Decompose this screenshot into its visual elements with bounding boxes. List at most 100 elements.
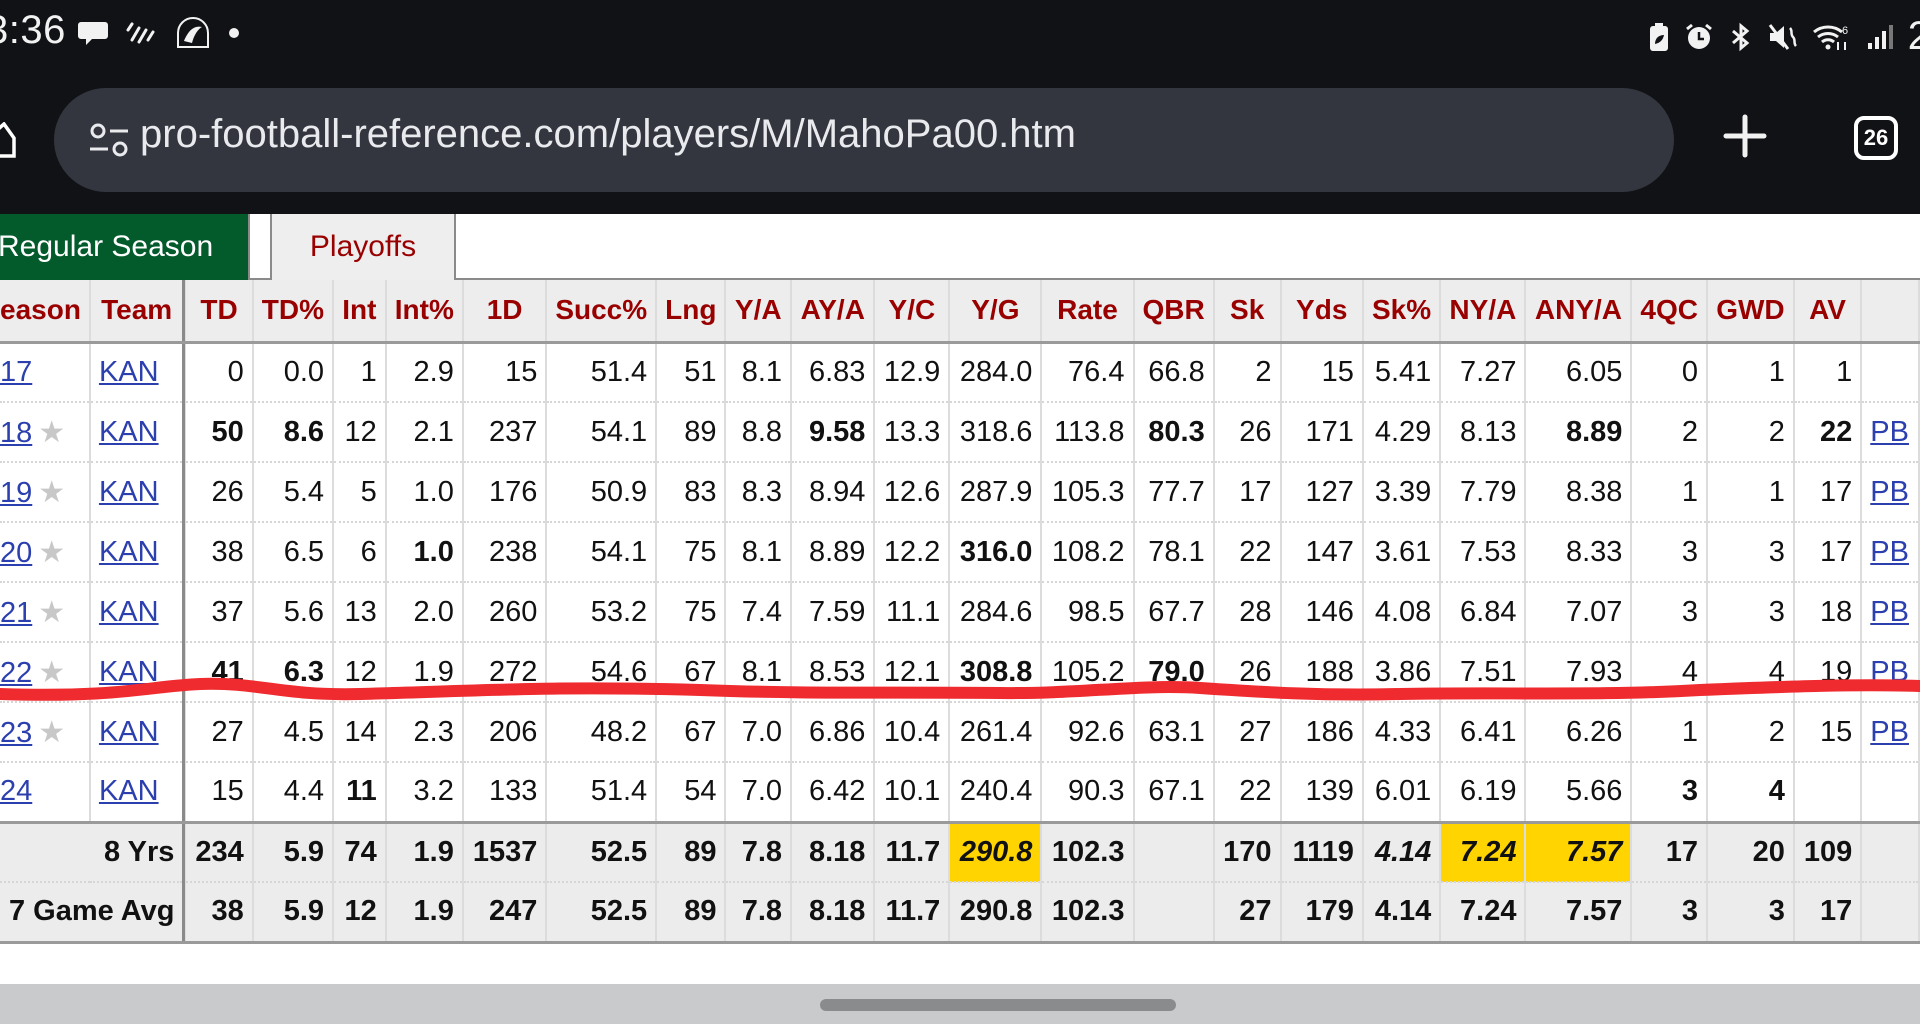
stat-cell: 284.0 [949,342,1043,403]
stat-cell: 76.4 [1041,342,1135,403]
stat-cell: 7.27 [1440,342,1527,403]
season-link[interactable]: 23 [0,717,32,749]
alarm-icon [1684,22,1714,52]
col-header[interactable]: QBR [1133,280,1215,344]
season-link[interactable]: 22 [0,657,32,689]
stat-cell: 48.2 [546,702,658,763]
team-link[interactable]: KAN [99,416,159,448]
pro-bowl-link[interactable]: PB [1870,416,1909,448]
stat-cell: 113.8 [1041,402,1135,463]
col-header[interactable]: Rate [1041,280,1135,344]
new-tab-button[interactable] [1722,113,1768,159]
team-link[interactable]: KAN [99,656,159,688]
stat-cell: 6 [333,522,387,583]
table-row: 0386.561.023854.1758.18.8912.2316.0108.2… [168,522,1920,583]
stat-cell: 15 [462,342,548,403]
gesture-handle[interactable] [820,999,1176,1011]
col-header[interactable]: AY/A [791,280,876,344]
col-header[interactable]: Yds [1280,280,1364,344]
stat-cell: 133 [462,762,548,823]
pro-bowl-link[interactable]: PB [1870,656,1909,688]
team-link[interactable]: KAN [99,356,159,388]
col-header[interactable]: Sk% [1362,280,1442,344]
col-header[interactable]: AV [1793,280,1863,344]
col-header[interactable]: 4QC [1631,280,1708,344]
summary-cell: 11.7 [874,882,951,944]
tab-label: Regular Season [0,230,214,263]
summary-cell: 102.3 [1041,820,1135,883]
stat-cell: 54 [656,762,727,823]
stat-cell: 19 [1793,642,1863,703]
stat-cell: 77.7 [1133,462,1215,523]
summary-cell: 290.8 [949,820,1043,883]
table-row: 24 KAN [0,762,185,823]
url-text[interactable]: pro-football-reference.com/players/M/Mah… [140,112,1076,157]
col-header[interactable]: Y/C [874,280,951,344]
col-header-team[interactable]: Team [89,280,185,344]
season-link[interactable]: 20 [0,537,32,569]
summary-cell: 7.57 [1525,882,1633,944]
home-icon[interactable] [0,122,16,158]
col-header[interactable]: 1D [462,280,548,344]
pro-bowl-link[interactable]: PB [1870,716,1909,748]
season-link[interactable]: 21 [0,597,32,629]
col-header[interactable]: Y/G [949,280,1043,344]
table-row: 3274.5142.320648.2677.06.8610.4261.492.6… [168,702,1920,763]
col-header[interactable]: NY/A [1440,280,1527,344]
pro-bowl-link[interactable]: PB [1870,476,1909,508]
stat-cell: 12.1 [874,642,951,703]
team-link[interactable]: KAN [99,596,159,628]
stat-cell: 4.5 [252,702,335,763]
season-link[interactable]: 18 [0,417,32,449]
url-bar[interactable]: pro-football-reference.com/players/M/Mah… [54,88,1674,192]
stat-cell: 1.0 [385,462,464,523]
tab-switcher-button[interactable]: 26 [1854,116,1898,160]
stat-cell: 75 [656,522,727,583]
stat-cell: 8.1 [725,522,793,583]
col-header[interactable] [1861,280,1920,344]
stats-tabs: Regular Season Playoffs [0,214,1920,280]
col-header[interactable]: Int [333,280,387,344]
stat-cell: 1 [1631,702,1708,763]
stat-cell: 8.38 [1525,462,1633,523]
summary-row: 7 Game Avg [0,882,185,944]
team-link[interactable]: KAN [99,536,159,568]
pro-bowl-link[interactable]: PB [1870,536,1909,568]
stat-cell: 4.29 [1362,402,1442,463]
stat-cell: 54.1 [546,522,658,583]
col-header[interactable]: TD% [252,280,335,344]
team-link[interactable]: KAN [99,716,159,748]
stat-cell: 4 [1706,642,1795,703]
stat-cell: 78.1 [1133,522,1215,583]
season-link[interactable]: 19 [0,477,32,509]
stat-cell: 12 [333,642,387,703]
col-header[interactable]: GWD [1706,280,1795,344]
season-link[interactable]: 24 [0,775,32,807]
stat-cell: 1.0 [385,522,464,583]
stat-cell: 89 [656,402,727,463]
stat-cell: 4.4 [252,762,335,823]
col-header[interactable]: Y/A [725,280,793,344]
col-header[interactable]: ANY/A [1525,280,1633,344]
stat-cell: 26 [1213,402,1282,463]
col-header[interactable]: Succ% [546,280,658,344]
tab-playoffs[interactable]: Playoffs [270,214,456,280]
col-header[interactable]: TD [185,280,254,344]
summary-row: 8 Yrs [0,820,185,883]
col-header[interactable]: Sk [1213,280,1282,344]
stat-cell: 318.6 [949,402,1043,463]
team-link[interactable]: KAN [99,476,159,508]
stat-cell: 308.8 [949,642,1043,703]
col-header-season[interactable]: eason [0,280,91,344]
stat-cell: 6.83 [791,342,876,403]
col-header[interactable]: Int% [385,280,464,344]
stat-cell: 3 [1706,522,1795,583]
table-row: 22 ★ KAN [0,642,185,703]
stat-cell: 2 [1706,702,1795,763]
pro-bowl-link[interactable]: PB [1870,596,1909,628]
season-link[interactable]: 17 [0,356,32,388]
col-header[interactable]: Lng [656,280,727,344]
team-link[interactable]: KAN [99,775,159,807]
tab-regular-season[interactable]: Regular Season [0,214,250,280]
site-settings-icon[interactable] [88,122,130,158]
